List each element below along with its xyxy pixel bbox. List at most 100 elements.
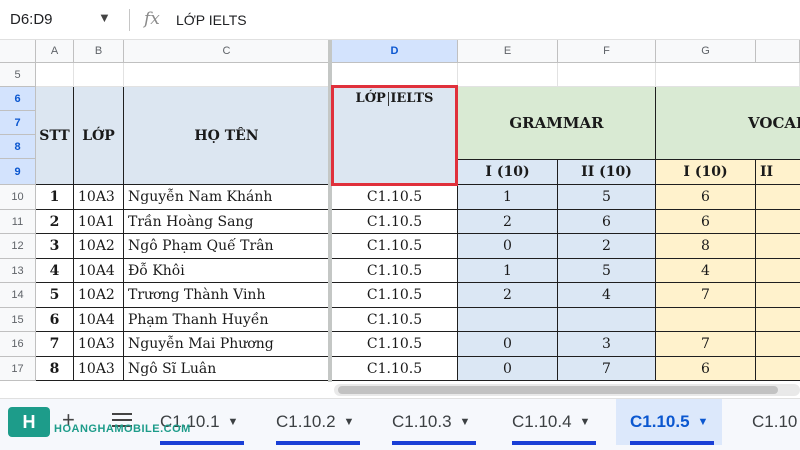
cell-lop-ielts[interactable]: C1.10.5 [332, 185, 458, 210]
cell-lop[interactable]: 10A3 [74, 357, 124, 381]
cell-vocab-i[interactable]: 4 [656, 259, 756, 283]
cell-lop[interactable]: 10A2 [74, 234, 124, 259]
cell-ho-ten[interactable]: Đỗ Khôi [124, 259, 330, 283]
column-header-f[interactable]: F [558, 40, 656, 63]
cell-stt[interactable]: 7 [36, 332, 74, 357]
column-header-a[interactable]: A [36, 40, 74, 63]
cell-blank[interactable] [558, 63, 656, 87]
row-header-7[interactable]: 7 [0, 111, 36, 135]
cell-vocab-ii[interactable] [756, 308, 800, 332]
cell-lop[interactable]: 10A2 [74, 283, 124, 308]
name-box[interactable]: D6:D9 [10, 11, 53, 28]
cell-lop-ielts[interactable]: C1.10.5 [332, 308, 458, 332]
sheet-tab-dropdown-icon[interactable]: ▼ [228, 416, 239, 428]
cell-grammar-i[interactable]: 1 [458, 259, 558, 283]
sheet-tab-c1-10-6[interactable]: C1.10 [752, 399, 797, 445]
cell-vocab-i[interactable]: 6 [656, 185, 756, 210]
cell-blank[interactable] [36, 63, 74, 87]
sheet-tab-dropdown-icon[interactable]: ▼ [698, 416, 709, 428]
cell-blank[interactable] [74, 63, 124, 87]
header-grammar-i[interactable]: I (10) [458, 160, 558, 185]
horizontal-scrollbar[interactable] [334, 384, 800, 396]
row-header[interactable]: 17 [0, 357, 36, 381]
cell-vocab-ii[interactable] [756, 259, 800, 283]
cell-lop-ielts[interactable]: C1.10.5 [332, 283, 458, 308]
cell-grammar-ii[interactable]: 7 [558, 357, 656, 381]
column-header-b[interactable]: B [74, 40, 124, 63]
cell-stt[interactable]: 5 [36, 283, 74, 308]
cell-lop-ielts[interactable]: C1.10.5 [332, 357, 458, 381]
cell-grammar-i[interactable]: 0 [458, 234, 558, 259]
cell-lop[interactable]: 10A3 [74, 332, 124, 357]
cell-grammar-ii[interactable]: 5 [558, 185, 656, 210]
row-header-5[interactable]: 5 [0, 63, 36, 87]
cell-lop-ielts[interactable]: C1.10.5 [332, 332, 458, 357]
header-vocab-i[interactable]: I (10) [656, 160, 756, 185]
scrollbar-thumb[interactable] [338, 386, 778, 394]
column-header-h[interactable] [756, 40, 800, 63]
cell-vocab-ii[interactable] [756, 283, 800, 308]
cell-grammar-i[interactable] [458, 308, 558, 332]
cell-grammar-ii[interactable]: 6 [558, 210, 656, 234]
cell-grammar-i[interactable]: 0 [458, 332, 558, 357]
row-header[interactable]: 11 [0, 210, 36, 234]
cell-stt[interactable]: 6 [36, 308, 74, 332]
cell-grammar-i[interactable]: 0 [458, 357, 558, 381]
cell-grammar-ii[interactable]: 3 [558, 332, 656, 357]
sheet-tab-dropdown-icon[interactable]: ▼ [580, 416, 591, 428]
row-header-8[interactable]: 8 [0, 135, 36, 159]
select-all-corner[interactable] [0, 40, 36, 63]
cell-vocab-i[interactable]: 6 [656, 357, 756, 381]
column-header-e[interactable]: E [458, 40, 558, 63]
column-header-g[interactable]: G [656, 40, 756, 63]
cell-vocab-i[interactable]: 7 [656, 332, 756, 357]
cell-ho-ten[interactable]: Trần Hoàng Sang [124, 210, 330, 234]
header-grammar-ii[interactable]: II (10) [558, 160, 656, 185]
cell-lop[interactable]: 10A4 [74, 259, 124, 283]
header-vocab-ii[interactable]: II [756, 160, 800, 185]
cell-grammar-ii[interactable]: 4 [558, 283, 656, 308]
cell-ho-ten[interactable]: Phạm Thanh Huyền [124, 308, 330, 332]
cell-ho-ten[interactable]: Nguyễn Nam Khánh [124, 185, 330, 210]
cell-stt[interactable]: 4 [36, 259, 74, 283]
cell-grammar-i[interactable]: 2 [458, 283, 558, 308]
cell-vocab-i[interactable]: 7 [656, 283, 756, 308]
cell-ho-ten[interactable]: Ngô Sĩ Luân [124, 357, 330, 381]
row-header[interactable]: 10 [0, 185, 36, 210]
cell-vocab-ii[interactable] [756, 332, 800, 357]
sheet-tab-c1-10-2[interactable]: C1.10.2 ▼ [276, 399, 354, 445]
cell-blank[interactable] [332, 63, 458, 87]
cell-vocab-ii[interactable] [756, 185, 800, 210]
row-header-6[interactable]: 6 [0, 87, 36, 111]
cell-vocab-i[interactable]: 6 [656, 210, 756, 234]
header-grammar[interactable]: GRAMMAR [458, 87, 656, 160]
header-lop-ielts[interactable]: LỚP IELTS [332, 87, 458, 185]
cell-vocab-ii[interactable] [756, 210, 800, 234]
row-header-9[interactable]: 9 [0, 159, 36, 185]
row-header[interactable]: 12 [0, 234, 36, 259]
cell-ho-ten[interactable]: Nguyễn Mai Phương [124, 332, 330, 357]
cell-grammar-i[interactable]: 1 [458, 185, 558, 210]
header-stt[interactable]: STT [36, 87, 74, 185]
cell-blank[interactable] [458, 63, 558, 87]
sheet-tab-c1-10-3[interactable]: C1.10.3 ▼ [392, 399, 470, 445]
sheet-grid[interactable]: A B C D E F G 5 6 7 8 9 STT LỚP HỌ TÊN L… [0, 40, 800, 382]
cell-vocab-i[interactable]: 8 [656, 234, 756, 259]
formula-input[interactable]: LỚP IELTS [176, 12, 247, 28]
row-header[interactable]: 14 [0, 283, 36, 308]
cell-lop-ielts[interactable]: C1.10.5 [332, 234, 458, 259]
row-header[interactable]: 15 [0, 308, 36, 332]
column-header-c[interactable]: C [124, 40, 330, 63]
cell-grammar-i[interactable]: 2 [458, 210, 558, 234]
sheet-tab-c1-10-5[interactable]: C1.10.5 ▼ [616, 399, 723, 445]
cell-vocab-ii[interactable] [756, 234, 800, 259]
frozen-column-divider[interactable] [328, 40, 332, 382]
cell-stt[interactable]: 1 [36, 185, 74, 210]
cell-lop-ielts[interactable]: C1.10.5 [332, 210, 458, 234]
sheet-tab-dropdown-icon[interactable]: ▼ [460, 416, 471, 428]
cell-blank[interactable] [656, 63, 800, 87]
cell-grammar-ii[interactable]: 2 [558, 234, 656, 259]
row-header[interactable]: 13 [0, 259, 36, 283]
cell-lop[interactable]: 10A4 [74, 308, 124, 332]
cell-vocab-ii[interactable] [756, 357, 800, 381]
